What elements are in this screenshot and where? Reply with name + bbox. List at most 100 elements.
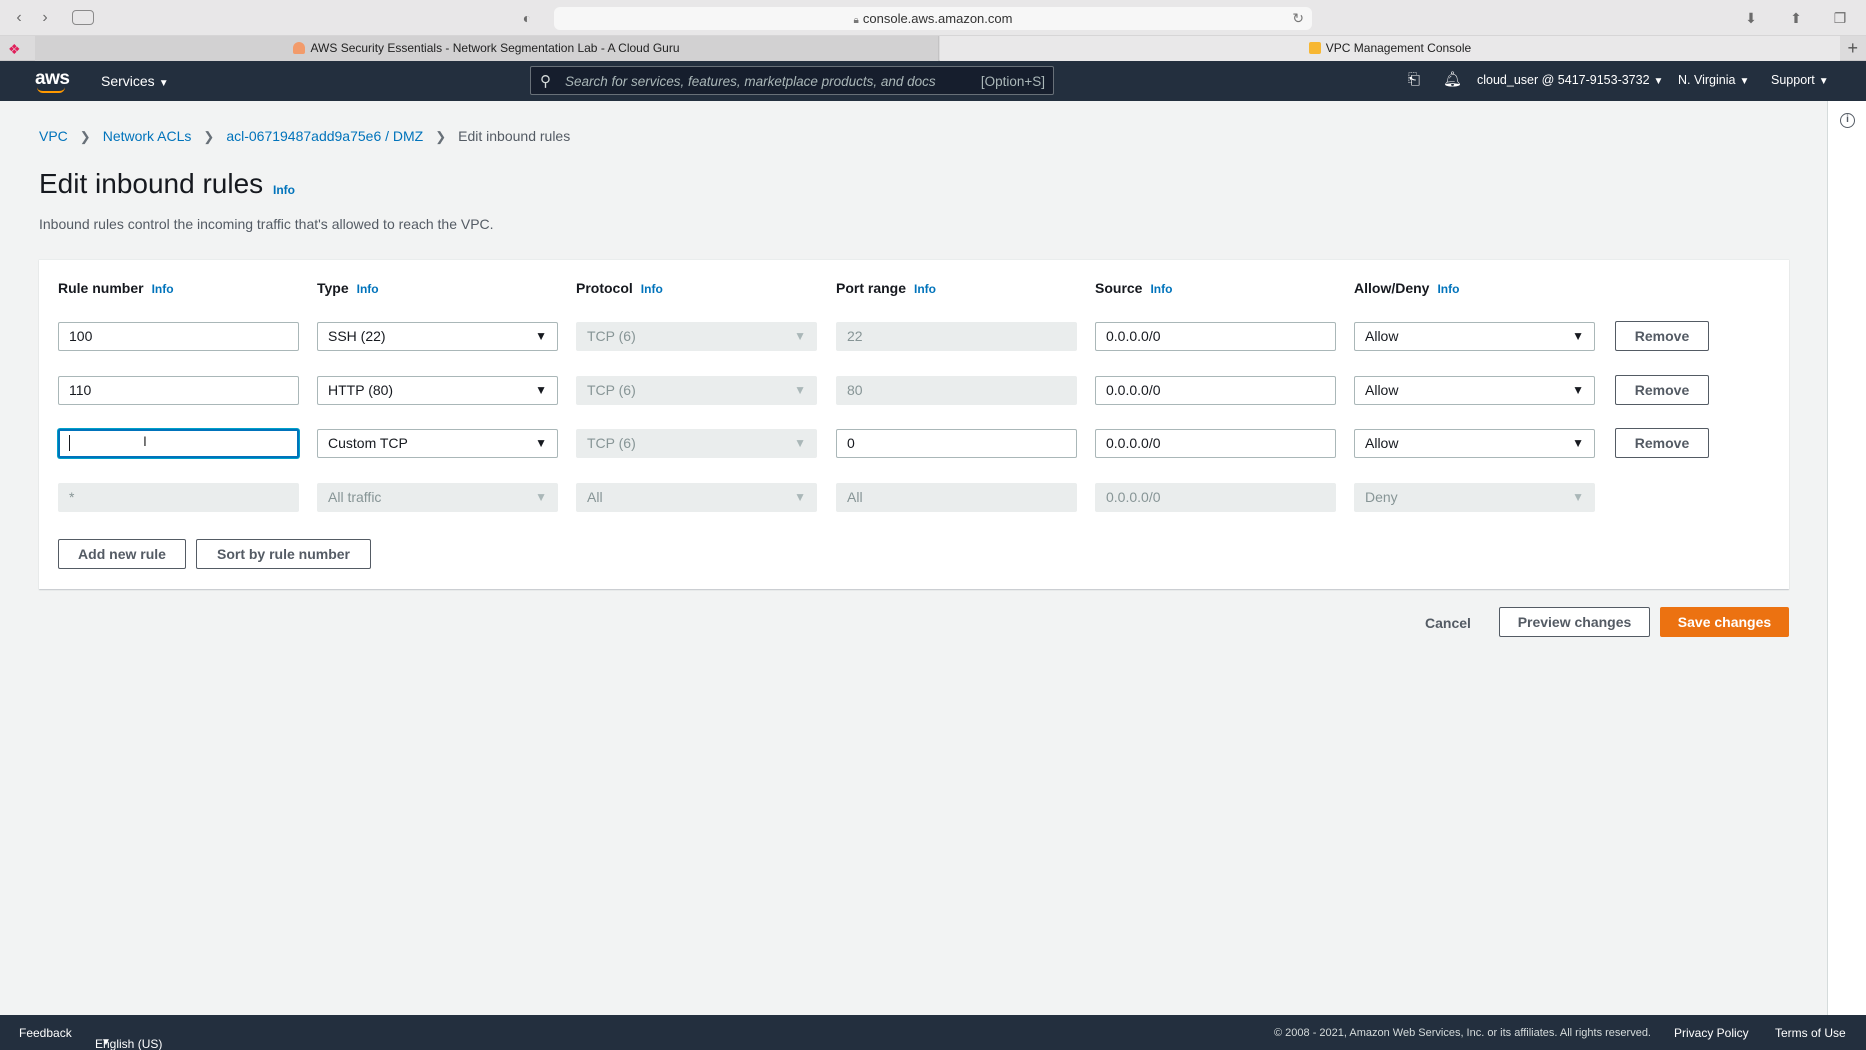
terms-of-use-link[interactable]: Terms of Use <box>1775 1026 1846 1040</box>
header-label: Type <box>317 280 349 296</box>
caret-down-icon: ▼ <box>1572 383 1584 397</box>
info-link[interactable]: Info <box>1150 282 1172 296</box>
breadcrumb-network-acls[interactable]: Network ACLs <box>103 128 192 144</box>
select-value: HTTP (80) <box>328 382 394 398</box>
port-range-input: All <box>836 483 1077 512</box>
select-value: All <box>587 489 603 505</box>
region-menu[interactable]: N. Virginia ▼ <box>1678 73 1749 87</box>
bell-icon[interactable]: 🔔︎ <box>1443 70 1462 88</box>
select-value: Deny <box>1365 489 1398 505</box>
reload-icon[interactable]: ↻ <box>1292 7 1304 30</box>
cloudshell-icon[interactable]: ⎗ <box>1408 71 1420 88</box>
source-input[interactable]: 0.0.0.0/0 <box>1095 429 1336 458</box>
info-icon[interactable]: i <box>1840 113 1855 128</box>
breadcrumb-acl[interactable]: acl-06719487add9a75e6 / DMZ <box>226 128 423 144</box>
protocol-select: All ▼ <box>576 483 817 512</box>
title-info-link[interactable]: Info <box>273 183 295 197</box>
caret-down-icon: ▼ <box>535 436 547 450</box>
type-select: All traffic ▼ <box>317 483 558 512</box>
rule-number-input[interactable]: 110 <box>58 376 299 405</box>
forward-arrow-icon[interactable]: › <box>34 8 56 28</box>
tab-title: VPC Management Console <box>1325 41 1472 55</box>
tab-vpc-console[interactable]: VPC Management Console <box>940 36 1840 61</box>
type-select[interactable]: SSH (22) ▼ <box>317 322 558 351</box>
breadcrumb-vpc[interactable]: VPC <box>39 128 68 144</box>
header-label: Port range <box>836 280 907 296</box>
rule-number-input[interactable] <box>58 429 299 458</box>
info-link[interactable]: Info <box>914 282 936 296</box>
chevron-right-icon: ❯ <box>435 129 447 144</box>
info-link[interactable]: Info <box>152 282 174 296</box>
info-link[interactable]: Info <box>1437 282 1459 296</box>
protocol-select: TCP (6) ▼ <box>576 429 817 458</box>
url-text: console.aws.amazon.com <box>862 11 1013 26</box>
header-label: Rule number <box>58 280 144 296</box>
support-label: Support <box>1771 73 1815 87</box>
add-new-rule-button[interactable]: Add new rule <box>58 539 186 569</box>
rule-number-input: * <box>58 483 299 512</box>
select-value: Allow <box>1365 435 1399 451</box>
header-label: Source <box>1095 280 1143 296</box>
aws-top-nav: aws Services ▼ ⚲ Search for services, fea… <box>0 61 1866 101</box>
allow-deny-select[interactable]: Allow ▼ <box>1354 376 1595 405</box>
header-protocol: Protocol Info <box>576 280 663 296</box>
caret-down-icon: ▼ <box>1818 76 1829 87</box>
caret-down-icon: ▼ <box>535 383 547 397</box>
browser-toolbar: ‹ › ◐ 🔒︎ console.aws.amazon.com ↻ ⬇ ⬆ ❐ <box>0 0 1866 36</box>
protocol-select: TCP (6) ▼ <box>576 322 817 351</box>
search-input[interactable]: ⚲ Search for services, features, marketp… <box>530 66 1054 95</box>
header-label: Allow/Deny <box>1354 280 1430 296</box>
account-menu[interactable]: cloud_user @ 5417-9153-3732 ▼ <box>1477 73 1663 87</box>
chevron-right-icon: ❯ <box>203 129 215 144</box>
back-arrow-icon[interactable]: ‹ <box>8 8 30 28</box>
account-label: cloud_user @ 5417-9153-3732 <box>1477 73 1650 87</box>
remove-button[interactable]: Remove <box>1615 321 1709 351</box>
tab-title: AWS Security Essentials - Network Segmen… <box>310 41 680 55</box>
cancel-button[interactable]: Cancel <box>1425 615 1471 631</box>
copyright-text: © 2008 - 2021, Amazon Web Services, Inc.… <box>1274 1027 1651 1039</box>
text-cursor <box>69 435 70 451</box>
address-bar[interactable]: 🔒︎ console.aws.amazon.com ↻ <box>554 7 1312 30</box>
aws-smile-icon <box>37 87 65 93</box>
allow-deny-select[interactable]: Allow ▼ <box>1354 429 1595 458</box>
feedback-link[interactable]: Feedback <box>19 1026 72 1040</box>
allow-deny-select[interactable]: Allow ▼ <box>1354 322 1595 351</box>
privacy-shield-icon[interactable]: ◐ <box>514 9 540 27</box>
tabs-overview-icon[interactable]: ❐ <box>1827 9 1853 27</box>
caret-down-icon: ▼ <box>1572 436 1584 450</box>
type-select[interactable]: Custom TCP ▼ <box>317 429 558 458</box>
services-menu[interactable]: Services ▼ <box>101 73 169 89</box>
preview-changes-button[interactable]: Preview changes <box>1499 607 1650 637</box>
info-link[interactable]: Info <box>641 282 663 296</box>
caret-down-icon: ▼ <box>1572 490 1584 504</box>
download-icon[interactable]: ⬇ <box>1738 9 1764 27</box>
type-select[interactable]: HTTP (80) ▼ <box>317 376 558 405</box>
privacy-policy-link[interactable]: Privacy Policy <box>1674 1026 1749 1040</box>
source-input[interactable]: 0.0.0.0/0 <box>1095 322 1336 351</box>
sort-by-rule-number-button[interactable]: Sort by rule number <box>196 539 371 569</box>
slack-icon[interactable]: ❖ <box>8 41 24 57</box>
source-input[interactable]: 0.0.0.0/0 <box>1095 376 1336 405</box>
header-allow-deny: Allow/Deny Info <box>1354 280 1459 296</box>
share-icon[interactable]: ⬆ <box>1783 9 1809 27</box>
select-value: TCP (6) <box>587 382 636 398</box>
source-input: 0.0.0.0/0 <box>1095 483 1336 512</box>
info-link[interactable]: Info <box>357 282 379 296</box>
rule-number-input[interactable]: 100 <box>58 322 299 351</box>
select-value: SSH (22) <box>328 328 386 344</box>
caret-down-icon: ▼ <box>158 78 169 89</box>
sidebar-toggle-icon[interactable] <box>72 10 94 25</box>
header-port-range: Port range Info <box>836 280 936 296</box>
select-value: Custom TCP <box>328 435 408 451</box>
new-tab-icon[interactable]: + <box>1847 36 1858 61</box>
support-menu[interactable]: Support ▼ <box>1771 73 1829 87</box>
remove-button[interactable]: Remove <box>1615 428 1709 458</box>
port-range-input[interactable]: 0 <box>836 429 1077 458</box>
lock-icon: 🔒︎ <box>853 15 859 26</box>
select-value: Allow <box>1365 328 1399 344</box>
tab-acloudguru[interactable]: AWS Security Essentials - Network Segmen… <box>35 36 939 61</box>
header-label: Protocol <box>576 280 633 296</box>
main-content: VPC ❯ Network ACLs ❯ acl-06719487add9a75e6 /… <box>0 101 1827 1015</box>
remove-button[interactable]: Remove <box>1615 375 1709 405</box>
save-changes-button[interactable]: Save changes <box>1660 607 1789 637</box>
